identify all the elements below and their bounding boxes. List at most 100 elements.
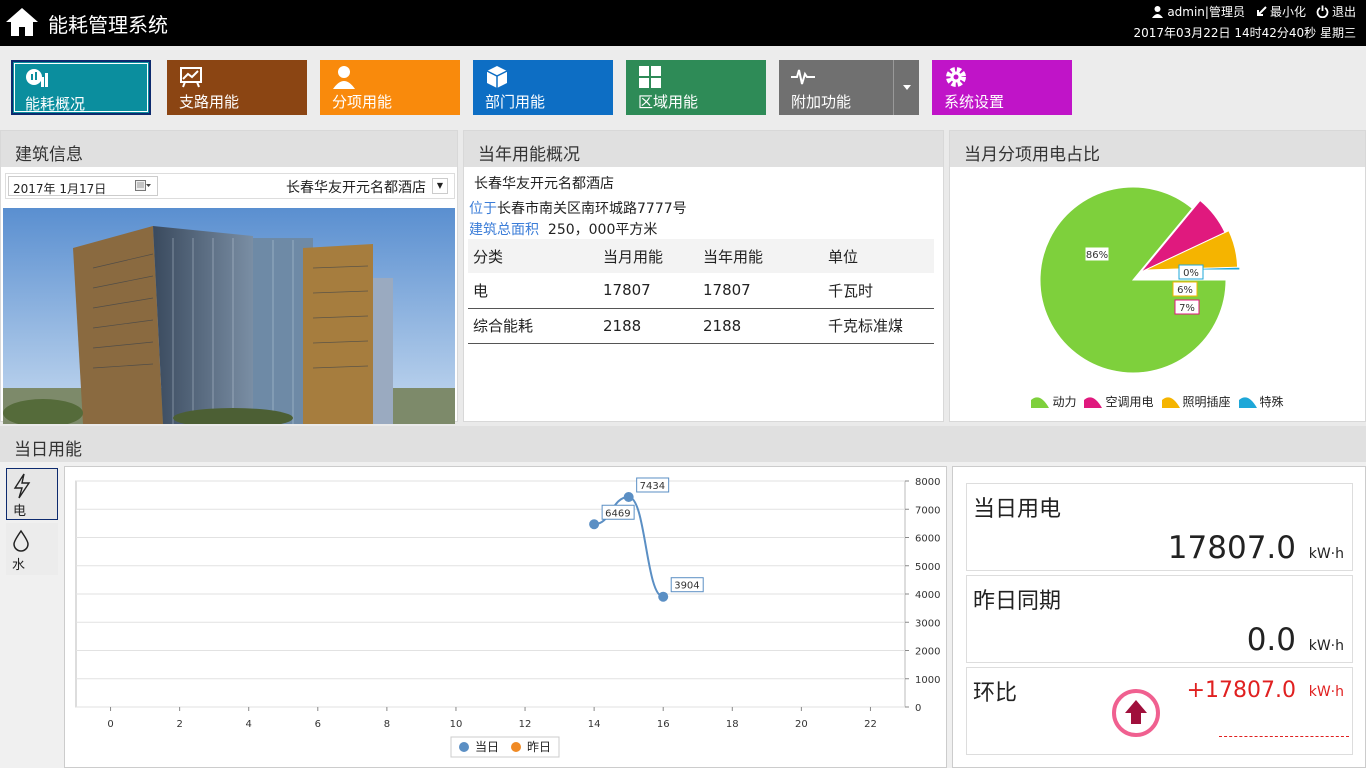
slice-label: 7%	[1179, 303, 1195, 314]
nav-department-energy[interactable]: 部门用能	[473, 60, 613, 115]
legend-item[interactable]: 特殊	[1238, 393, 1284, 410]
date-picker[interactable]: 2017年 1月17日	[8, 176, 158, 196]
legend-label[interactable]: 昨日	[527, 740, 551, 754]
table-cell: 千瓦时	[823, 273, 934, 309]
cube-icon	[486, 66, 508, 88]
stat-value: +17807.0	[1186, 678, 1296, 703]
panel-title: 当年用能概况	[464, 131, 943, 167]
stat-title: 环比	[973, 681, 1018, 706]
x-tick-label: 14	[588, 719, 601, 730]
tab-label: 电	[13, 504, 27, 519]
stat-unit: kW·h	[1308, 546, 1344, 562]
table-cell: 综合能耗	[468, 308, 598, 344]
gear-icon	[946, 67, 966, 87]
data-point[interactable]	[658, 591, 669, 602]
table-cell: 电	[468, 273, 598, 309]
y-tick-label: 7000	[915, 505, 940, 516]
table-row: 综合能耗 2188 2188 千克标准煤	[468, 308, 934, 344]
legend-swatch	[1161, 396, 1180, 408]
panel-title: 当月分项用电占比	[950, 131, 1365, 167]
chevron-down-icon[interactable]: ▼	[432, 178, 448, 194]
legend-item[interactable]: 空调用电	[1084, 393, 1154, 410]
area-label: 建筑总面积	[469, 222, 539, 238]
logout-button[interactable]: 退出	[1316, 3, 1356, 20]
pie-legend: 动力 空调用电 照明插座 特殊	[950, 393, 1365, 410]
trend-chart-icon	[180, 67, 202, 88]
y-tick-label: 2000	[915, 647, 940, 658]
grid-icon	[639, 66, 661, 88]
slice-label: 0%	[1183, 268, 1199, 279]
nav-label: 能耗概况	[25, 95, 86, 113]
nav-label: 支路用能	[179, 93, 240, 111]
nav-label: 区域用能	[638, 93, 699, 111]
date-value: 2017年 1月17日	[13, 182, 107, 196]
column-header: 分类	[468, 239, 598, 273]
line-chart: 0 1000 2000 3000 4000 5000 6000 7000 8000 0 2 4 6 8 10…	[75, 477, 940, 758]
legend-item[interactable]: 照明插座	[1161, 393, 1231, 410]
building-area: 建筑总面积 250，000平方米	[469, 219, 657, 239]
panel-title: 建筑信息	[1, 131, 457, 167]
building-select-value: 长春华友开元名都酒店	[286, 180, 426, 196]
column-header: 当年用能	[698, 239, 823, 273]
y-tick-label: 4000	[915, 590, 940, 601]
nav-branch-energy[interactable]: 支路用能	[167, 60, 307, 115]
user-menu[interactable]: admin|管理员	[1151, 3, 1245, 20]
calendar-icon[interactable]	[135, 180, 151, 192]
power-icon	[1316, 5, 1329, 18]
tab-electricity[interactable]: 电	[6, 468, 58, 520]
stat-title: 当日用电	[973, 497, 1062, 522]
chart-legend: 当日 昨日	[450, 736, 560, 758]
x-tick-label: 6	[315, 719, 321, 730]
user-icon	[1152, 6, 1164, 18]
person-icon	[333, 66, 355, 89]
legend-label: 动力	[1052, 395, 1077, 409]
nav-extra-functions[interactable]: 附加功能	[779, 60, 919, 115]
data-point[interactable]	[623, 491, 634, 502]
usage-table: 分类 当月用能 当年用能 单位 电 17807 17807 千瓦时 综合能耗 2…	[468, 239, 934, 344]
stat-value: 0.0	[1246, 622, 1296, 658]
location-value: 长春市南关区南环城路7777号	[497, 201, 687, 217]
legend-label: 空调用电	[1105, 395, 1154, 409]
nav-system-settings[interactable]: 系统设置	[932, 60, 1072, 115]
minimize-icon	[1256, 5, 1267, 16]
legend-item[interactable]: 动力	[1031, 393, 1076, 410]
x-tick-label: 4	[246, 719, 252, 730]
building-select[interactable]: 长春华友开元名都酒店 ▼	[270, 176, 450, 196]
water-drop-icon	[13, 529, 29, 552]
table-header-row: 分类 当月用能 当年用能 单位	[468, 239, 934, 273]
legend-swatch	[1031, 396, 1050, 408]
legend-label[interactable]: 当日	[475, 740, 499, 754]
nav-area-energy[interactable]: 区域用能	[626, 60, 766, 115]
x-tick-label: 20	[795, 719, 808, 730]
table-cell: 2188	[598, 308, 698, 344]
today-usage-card: 当日用电 17807.0 kW·h	[966, 483, 1353, 571]
lightning-icon	[13, 473, 31, 499]
table-cell: 2188	[698, 308, 823, 344]
nav-item-energy[interactable]: 分项用能	[320, 60, 460, 115]
pulse-icon	[791, 69, 815, 85]
stat-title: 昨日同期	[973, 589, 1062, 614]
pie-chart: 86% 7% 6% 0%	[1039, 186, 1241, 374]
slice-label: 6%	[1177, 285, 1193, 296]
area-value: 250，000平方米	[547, 222, 658, 238]
x-tick-label: 2	[176, 719, 182, 730]
minimize-button[interactable]: 最小化	[1255, 3, 1306, 20]
nav-label: 附加功能	[791, 93, 852, 111]
nav-energy-overview[interactable]: 能耗概况	[11, 60, 151, 115]
y-tick-label: 3000	[915, 618, 940, 629]
y-tick-label: 0	[915, 703, 921, 714]
tab-water[interactable]: 水	[6, 523, 58, 575]
table-cell: 17807	[698, 273, 823, 309]
logout-label: 退出	[1331, 5, 1356, 19]
yesterday-usage-card: 昨日同期 0.0 kW·h	[966, 575, 1353, 663]
x-tick-label: 18	[726, 719, 739, 730]
table-cell: 17807	[598, 273, 698, 309]
stats-panel: 当日用电 17807.0 kW·h 昨日同期 0.0 kW·h 环比 +1780…	[952, 466, 1366, 768]
data-point[interactable]	[589, 519, 600, 530]
legend-label: 特殊	[1259, 395, 1284, 409]
dropdown-toggle[interactable]	[893, 60, 919, 115]
data-label: 7434	[640, 481, 665, 492]
home-icon[interactable]	[4, 6, 40, 38]
datetime: 2017年03月22日 14时42分40秒 星期三	[1133, 26, 1356, 40]
stat-unit: kW·h	[1308, 638, 1344, 654]
